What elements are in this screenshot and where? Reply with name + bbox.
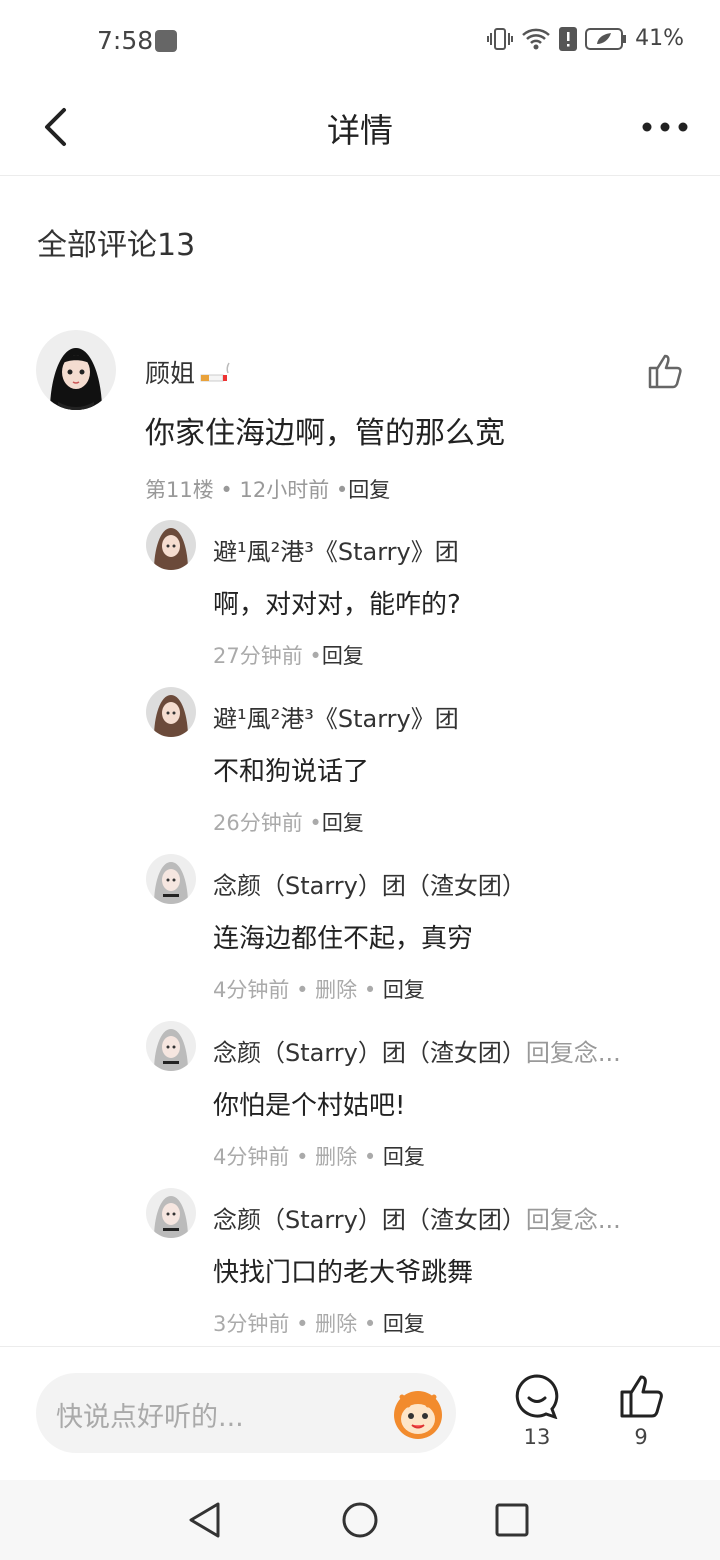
system-navigation-bar bbox=[0, 1480, 720, 1560]
battery-icon bbox=[585, 27, 627, 50]
bottom-action-bar: 快说点好听的... 13 9 bbox=[0, 1346, 720, 1480]
reply-text: 连海边都住不起，真穷 bbox=[213, 924, 474, 954]
page-title: 详情 bbox=[327, 111, 393, 150]
reply-meta: 26分钟前 •回复 bbox=[213, 811, 364, 835]
like-button[interactable] bbox=[646, 352, 684, 390]
delete-button[interactable]: 删除 bbox=[315, 978, 357, 1002]
reply-item: 念颜（Starry）团（渣女团）回复念... 快找门口的老大爷跳舞 3分钟前 •… bbox=[146, 1188, 686, 1348]
section-title: 全部评论13 bbox=[37, 228, 196, 263]
avatar[interactable] bbox=[146, 520, 196, 570]
comment-count: 13 bbox=[523, 1425, 551, 1449]
status-time: 7:58 bbox=[97, 26, 154, 55]
reply-text: 不和狗说话了 bbox=[213, 757, 370, 787]
reply-item: 念颜（Starry）团（渣女团） 连海边都住不起，真穷 4分钟前 • 删除 • … bbox=[146, 854, 686, 1014]
floor-label: 第11楼 bbox=[145, 478, 214, 502]
reply-item: 避¹風²港³《Starry》团 啊，对对对，能咋的? 27分钟前 •回复 bbox=[146, 520, 686, 680]
reply-button[interactable]: 回复 bbox=[322, 644, 364, 668]
avatar[interactable] bbox=[36, 330, 116, 410]
reply-meta: 4分钟前 • 删除 • 回复 bbox=[213, 978, 425, 1002]
reply-button[interactable]: 回复 bbox=[383, 1312, 425, 1336]
status-bar: 7:58 41% bbox=[0, 0, 720, 80]
thumbs-up-icon bbox=[620, 1375, 663, 1418]
reply-username[interactable]: 念颜（Starry）团（渣女团）回复念... bbox=[213, 1033, 621, 1068]
nav-recents-icon[interactable] bbox=[494, 1502, 530, 1538]
avatar[interactable] bbox=[146, 854, 196, 904]
status-icons: 41% bbox=[487, 26, 684, 51]
comment-meta: 第11楼 • 12小时前 •回复 bbox=[145, 478, 391, 502]
reply-item: 念颜（Starry）团（渣女团）回复念... 你怕是个村姑吧! 4分钟前 • 删… bbox=[146, 1021, 686, 1181]
avatar[interactable] bbox=[146, 687, 196, 737]
more-button[interactable] bbox=[640, 102, 690, 152]
reply-text: 快找门口的老大爷跳舞 bbox=[213, 1258, 474, 1288]
reply-button[interactable]: 回复 bbox=[322, 811, 364, 835]
delete-button[interactable]: 删除 bbox=[315, 1312, 357, 1336]
reply-text: 你怕是个村姑吧! bbox=[213, 1091, 406, 1121]
wifi-icon bbox=[522, 28, 550, 49]
reply-item: 避¹風²港³《Starry》团 不和狗说话了 26分钟前 •回复 bbox=[146, 687, 686, 847]
reply-time: 27分钟前 bbox=[213, 644, 303, 668]
comment-input-placeholder: 快说点好听的... bbox=[56, 1402, 244, 1433]
reply-meta: 4分钟前 • 删除 • 回复 bbox=[213, 1145, 425, 1169]
cigarette-icon bbox=[200, 362, 230, 382]
nav-home-icon[interactable] bbox=[338, 1498, 382, 1542]
mascot-emoji-icon[interactable] bbox=[390, 1385, 446, 1441]
comment-time: 12小时前 bbox=[239, 478, 330, 502]
reply-time: 4分钟前 bbox=[213, 978, 290, 1002]
reply-text: 啊，对对对，能咋的? bbox=[213, 590, 461, 620]
avatar[interactable] bbox=[146, 1021, 196, 1071]
reply-meta: 27分钟前 •回复 bbox=[213, 644, 364, 668]
alert-icon bbox=[559, 26, 578, 51]
reply-username[interactable]: 念颜（Starry）团（渣女团）回复念... bbox=[213, 1200, 621, 1235]
reply-time: 3分钟前 bbox=[213, 1312, 290, 1336]
comment-username-text: 顾姐 bbox=[145, 359, 196, 388]
reply-button[interactable]: 回复 bbox=[383, 978, 425, 1002]
avatar[interactable] bbox=[146, 1188, 196, 1238]
delete-button[interactable]: 删除 bbox=[315, 1145, 357, 1169]
like-count: 9 bbox=[634, 1425, 648, 1449]
reply-username[interactable]: 避¹風²港³《Starry》团 bbox=[213, 532, 459, 567]
comment-text: 你家住海边啊，管的那么宽 bbox=[145, 416, 505, 451]
nav-bar: 详情 bbox=[0, 80, 720, 176]
notification-icon bbox=[155, 30, 177, 52]
reply-username[interactable]: 念颜（Starry）团（渣女团） bbox=[213, 866, 526, 901]
nav-back-icon[interactable] bbox=[186, 1500, 222, 1540]
comment-bubble-icon bbox=[515, 1374, 559, 1420]
reply-time: 4分钟前 bbox=[213, 1145, 290, 1169]
reply-meta: 3分钟前 • 删除 • 回复 bbox=[213, 1312, 425, 1336]
comment-input[interactable]: 快说点好听的... bbox=[36, 1373, 456, 1453]
thumbs-up-icon bbox=[648, 354, 682, 389]
more-dots-icon bbox=[642, 122, 688, 132]
reply-button[interactable]: 回复 bbox=[383, 1145, 425, 1169]
reply-button[interactable]: 回复 bbox=[348, 478, 390, 502]
reply-time: 26分钟前 bbox=[213, 811, 303, 835]
reply-username[interactable]: 避¹風²港³《Starry》团 bbox=[213, 699, 459, 734]
battery-percent: 41% bbox=[635, 26, 684, 51]
like-post-button[interactable]: 9 bbox=[610, 1373, 672, 1463]
comments-button[interactable]: 13 bbox=[506, 1373, 568, 1463]
vibrate-icon bbox=[487, 27, 514, 50]
comment-username[interactable]: 顾姐 bbox=[145, 354, 233, 390]
